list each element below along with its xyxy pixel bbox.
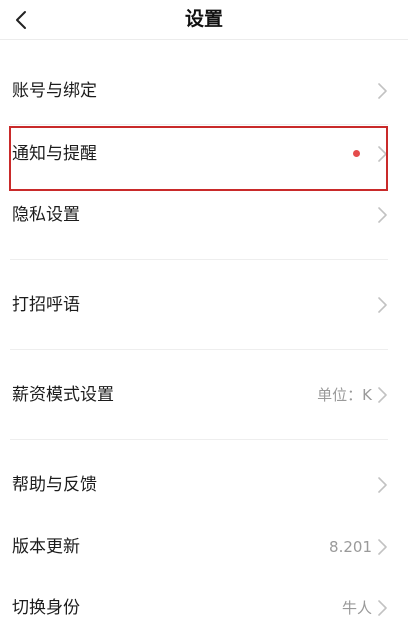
notification-badge-dot [353, 150, 360, 157]
chevron-right-icon [378, 146, 387, 162]
settings-screen: 设置 账号与绑定 通知与提醒 隐私设置 打招呼语 薪资模式设置 单位：K 帮助与… [0, 0, 408, 644]
row-label: 薪资模式设置 [12, 385, 114, 405]
row-greeting[interactable]: 打招呼语 [0, 279, 408, 331]
row-label: 隐私设置 [12, 205, 80, 225]
row-switch-identity[interactable]: 切换身份 牛人 [0, 582, 408, 634]
row-label: 切换身份 [12, 598, 80, 618]
page-title: 设置 [184, 8, 223, 30]
divider [10, 259, 388, 260]
row-notifications[interactable]: 通知与提醒 [0, 128, 408, 180]
row-help-feedback[interactable]: 帮助与反馈 [0, 459, 408, 511]
row-version-update[interactable]: 版本更新 8.201 [0, 521, 408, 573]
row-label: 通知与提醒 [12, 144, 97, 164]
row-label: 帮助与反馈 [12, 475, 97, 495]
chevron-right-icon [378, 83, 387, 99]
row-salary-mode[interactable]: 薪资模式设置 单位：K [0, 369, 408, 421]
row-account-binding[interactable]: 账号与绑定 [0, 65, 408, 117]
identity-value: 牛人 [341, 599, 372, 617]
chevron-right-icon [378, 600, 387, 616]
row-label: 账号与绑定 [12, 81, 97, 101]
chevron-right-icon [378, 477, 387, 493]
salary-unit-value: 单位：K [317, 386, 372, 404]
row-label: 版本更新 [12, 537, 80, 557]
row-label: 打招呼语 [12, 295, 80, 315]
chevron-right-icon [378, 387, 387, 403]
divider [10, 124, 388, 125]
divider [10, 439, 388, 440]
chevron-right-icon [378, 297, 387, 313]
chevron-right-icon [378, 539, 387, 555]
row-privacy-settings[interactable]: 隐私设置 [0, 189, 408, 241]
chevron-right-icon [378, 207, 387, 223]
version-value: 8.201 [329, 538, 372, 556]
divider [10, 349, 388, 350]
nav-header: 设置 [0, 0, 408, 40]
